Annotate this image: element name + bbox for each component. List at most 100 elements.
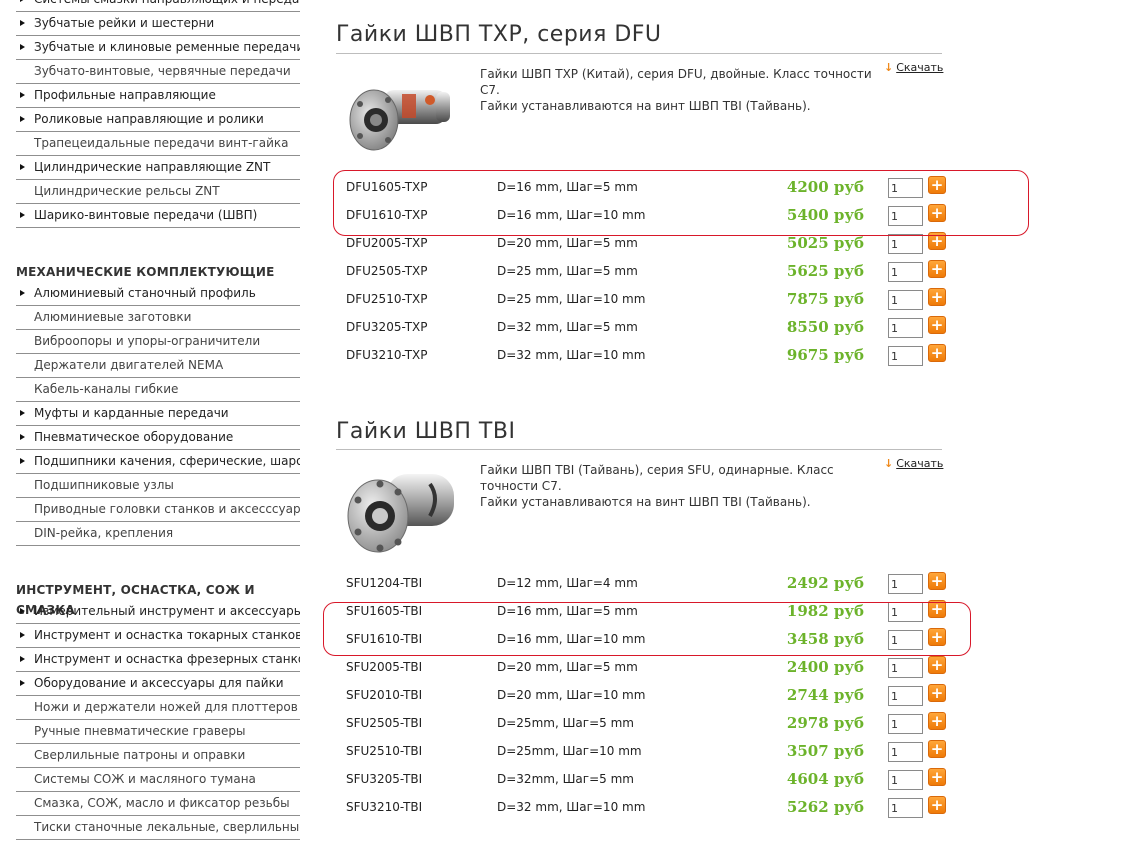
quantity-input[interactable] — [888, 234, 923, 254]
sidebar-item[interactable]: Оборудование и аксессуары для пайки — [16, 672, 300, 696]
sidebar-item[interactable]: Подшипники качения, сферические, шаровые — [16, 450, 300, 474]
add-to-cart-button[interactable]: + — [928, 260, 946, 278]
product-price: 2492 руб — [786, 574, 864, 592]
quantity-input[interactable] — [888, 178, 923, 198]
product-code: SFU1605-TBI — [346, 604, 423, 618]
product-price: 1982 руб — [786, 602, 864, 620]
add-to-cart-button[interactable]: + — [928, 740, 946, 758]
quantity-input[interactable] — [888, 574, 923, 594]
quantity-input[interactable] — [888, 290, 923, 310]
add-to-cart-button[interactable]: + — [928, 768, 946, 786]
sidebar-item[interactable]: Инструмент и оснастка фрезерных станков — [16, 648, 300, 672]
product-code: DFU2510-TXP — [346, 292, 428, 306]
product-row: SFU2010-TBI D=20 mm, Шаг=10 mm 2744 руб + — [336, 682, 951, 710]
product-row: SFU1610-TBI D=16 mm, Шаг=10 mm 3458 руб + — [336, 626, 951, 654]
add-to-cart-button[interactable]: + — [928, 572, 946, 590]
quantity-input[interactable] — [888, 742, 923, 762]
download-link[interactable]: ↓ Скачать — [884, 61, 943, 74]
product-row: SFU3205-TBI D=32mm, Шаг=5 mm 4604 руб + — [336, 766, 951, 794]
product-spec: D=16 mm, Шаг=5 mm — [497, 180, 638, 194]
quantity-input[interactable] — [888, 798, 923, 818]
product-price: 4604 руб — [786, 770, 864, 788]
sidebar-item[interactable]: Цилиндрические рельсы ZNT — [16, 180, 300, 204]
description-line: Гайки ШВП TBI (Тайвань), серия SFU, один… — [480, 463, 834, 493]
quantity-input[interactable] — [888, 686, 923, 706]
sidebar-item[interactable]: Инструмент и оснастка токарных станков — [16, 624, 300, 648]
add-to-cart-button[interactable]: + — [928, 796, 946, 814]
product-code: SFU2510-TBI — [346, 744, 423, 758]
sidebar-item[interactable]: DIN-рейка, крепления — [16, 522, 300, 546]
download-link[interactable]: ↓ Скачать — [884, 457, 943, 470]
sidebar-item[interactable]: Алюминиевый станочный профиль — [16, 282, 300, 306]
sidebar-nav: Системы смазки направляющих и передачЗуб… — [16, 0, 300, 840]
sidebar-item[interactable]: Пневматическое оборудование — [16, 426, 300, 450]
sidebar-item[interactable]: Виброопоры и упоры-ограничители — [16, 330, 300, 354]
quantity-input[interactable] — [888, 346, 923, 366]
sidebar-item[interactable]: Цилиндрические направляющие ZNT — [16, 156, 300, 180]
sidebar-item[interactable]: Системы смазки направляющих и передач — [16, 0, 300, 12]
product-code: SFU2010-TBI — [346, 688, 423, 702]
description-line: Гайки устанавливаются на винт ШВП TBI (Т… — [480, 99, 811, 113]
product-code: SFU1204-TBI — [346, 576, 423, 590]
add-to-cart-button[interactable]: + — [928, 204, 946, 222]
add-to-cart-button[interactable]: + — [928, 316, 946, 334]
sidebar-item[interactable]: Кабель-каналы гибкие — [16, 378, 300, 402]
quantity-input[interactable] — [888, 602, 923, 622]
sidebar-item[interactable]: Трапецеидальные передачи винт-гайка — [16, 132, 300, 156]
sidebar-item[interactable]: Зубчатые и клиновые ременные передачи — [16, 36, 300, 60]
quantity-input[interactable] — [888, 630, 923, 650]
add-to-cart-button[interactable]: + — [928, 656, 946, 674]
product-price: 5262 руб — [786, 798, 864, 816]
sidebar-item[interactable]: Тиски станочные лекальные, сверлильные — [16, 816, 300, 840]
sidebar-item[interactable]: Роликовые направляющие и ролики — [16, 108, 300, 132]
sidebar-item[interactable]: Муфты и карданные передачи — [16, 402, 300, 426]
product-spec: D=32 mm, Шаг=10 mm — [497, 800, 646, 814]
product-spec: D=20 mm, Шаг=10 mm — [497, 688, 646, 702]
product-price: 3458 руб — [786, 630, 864, 648]
product-row: SFU2505-TBI D=25mm, Шаг=5 mm 2978 руб + — [336, 710, 951, 738]
sidebar-item[interactable]: Смазка, СОЖ, масло и фиксатор резьбы — [16, 792, 300, 816]
sidebar-item[interactable]: Зубчатые рейки и шестерни — [16, 12, 300, 36]
sidebar-item[interactable]: Профильные направляющие — [16, 84, 300, 108]
section-divider — [336, 449, 942, 450]
ball-screw-nut-image — [349, 89, 450, 151]
add-to-cart-button[interactable]: + — [928, 712, 946, 730]
product-row: DFU2510-TXP D=25 mm, Шаг=10 mm 7875 руб + — [336, 286, 951, 314]
sidebar-item[interactable]: Зубчато-винтовые, червячные передачи — [16, 60, 300, 84]
sidebar-item[interactable]: Приводные головки станков и аксесссуары — [16, 498, 300, 522]
product-spec: D=25 mm, Шаг=5 mm — [497, 264, 638, 278]
product-spec: D=32mm, Шаг=5 mm — [497, 772, 634, 786]
product-code: SFU2005-TBI — [346, 660, 423, 674]
description-line: Гайки ШВП TXP (Китай), серия DFU, двойны… — [480, 67, 872, 97]
sidebar-item[interactable]: Ручные пневматические граверы — [16, 720, 300, 744]
quantity-input[interactable] — [888, 714, 923, 734]
sidebar-item[interactable]: Алюминиевые заготовки — [16, 306, 300, 330]
sidebar-item[interactable]: Шарико-винтовые передачи (ШВП) — [16, 204, 300, 228]
sidebar-item[interactable]: Измерительный инструмент и аксессуары — [16, 600, 300, 624]
add-to-cart-button[interactable]: + — [928, 344, 946, 362]
add-to-cart-button[interactable]: + — [928, 232, 946, 250]
add-to-cart-button[interactable]: + — [928, 684, 946, 702]
quantity-input[interactable] — [888, 318, 923, 338]
product-price: 5400 руб — [786, 206, 864, 224]
product-spec: D=12 mm, Шаг=4 mm — [497, 576, 638, 590]
add-to-cart-button[interactable]: + — [928, 628, 946, 646]
product-code: DFU1610-TXP — [346, 208, 428, 222]
add-to-cart-button[interactable]: + — [928, 600, 946, 618]
sidebar-item[interactable]: Сверлильные патроны и оправки — [16, 744, 300, 768]
product-row: SFU3210-TBI D=32 mm, Шаг=10 mm 5262 руб + — [336, 794, 951, 822]
quantity-input[interactable] — [888, 658, 923, 678]
sidebar-item[interactable]: Держатели двигателей NEMA — [16, 354, 300, 378]
quantity-input[interactable] — [888, 770, 923, 790]
product-code: DFU1605-TXP — [346, 180, 428, 194]
add-to-cart-button[interactable]: + — [928, 176, 946, 194]
add-to-cart-button[interactable]: + — [928, 288, 946, 306]
sidebar-item[interactable]: Подшипниковые узлы — [16, 474, 300, 498]
nav-list-mechanical: Алюминиевый станочный профиль Алюминиевые… — [16, 282, 300, 546]
section-title-tbi: Гайки ШВП TBI — [336, 419, 516, 444]
quantity-input[interactable] — [888, 206, 923, 226]
quantity-input[interactable] — [888, 262, 923, 282]
product-price: 5025 руб — [786, 234, 864, 252]
sidebar-item[interactable]: Системы СОЖ и масляного тумана — [16, 768, 300, 792]
sidebar-item[interactable]: Ножи и держатели ножей для плоттеров — [16, 696, 300, 720]
